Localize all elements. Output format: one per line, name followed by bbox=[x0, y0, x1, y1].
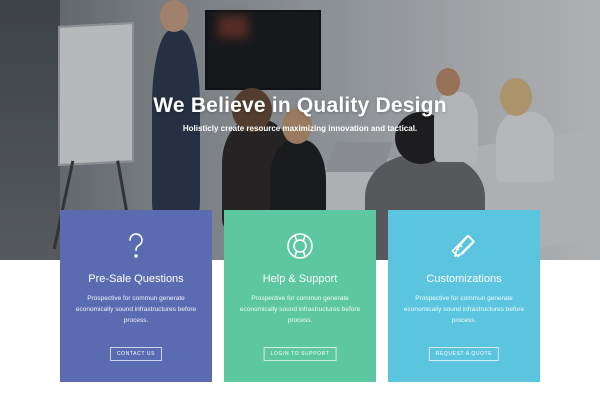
card-description: Prospective for commun generate economic… bbox=[403, 295, 525, 324]
card-description: Prospective for commun generate economic… bbox=[75, 295, 197, 324]
feature-card-support: Help & Support Prospective for commun ge… bbox=[224, 210, 376, 382]
lifebuoy-icon bbox=[287, 233, 313, 259]
hero-subtitle: Holisticly create resource maximizing in… bbox=[182, 124, 418, 133]
login-to-support-button[interactable]: LOGIN TO SUPPORT bbox=[263, 347, 337, 361]
feature-card-customizations: Customizations Prospective for commun ge… bbox=[388, 210, 540, 382]
hero-title: We Believe in Quality Design bbox=[153, 94, 447, 117]
contact-us-button[interactable]: CONTACT US bbox=[109, 347, 163, 361]
card-description: Prospective for commun generate economic… bbox=[239, 295, 361, 324]
card-title: Help & Support bbox=[262, 273, 338, 285]
card-title: Pre-Sale Questions bbox=[88, 273, 184, 285]
feature-card-presale: Pre-Sale Questions Prospective for commu… bbox=[60, 210, 212, 382]
request-a-quote-button[interactable]: REQUEST A QUOTE bbox=[428, 347, 500, 361]
question-icon bbox=[129, 233, 143, 258]
pencil-ruler-icon bbox=[451, 234, 475, 258]
card-title: Customizations bbox=[426, 273, 502, 285]
